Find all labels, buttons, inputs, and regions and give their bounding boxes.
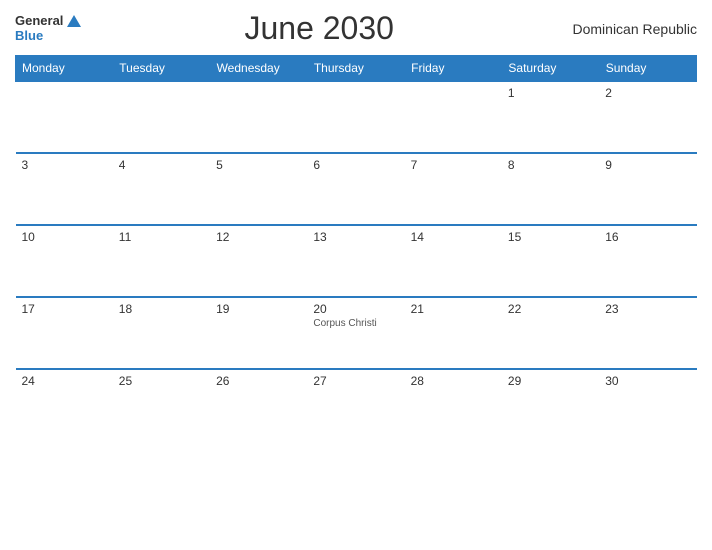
day-number: 11 [119, 230, 131, 244]
header-saturday: Saturday [502, 56, 599, 82]
day-number: 25 [119, 374, 132, 388]
day-number: 7 [411, 158, 418, 172]
logo-blue-text: Blue [15, 29, 43, 43]
day-number: 9 [605, 158, 612, 172]
table-row [210, 81, 307, 153]
table-row: 27 [307, 369, 404, 441]
calendar-title: June 2030 [81, 10, 557, 47]
calendar-table: Monday Tuesday Wednesday Thursday Friday… [15, 55, 697, 441]
calendar-week-row: 24 25 26 27 28 29 30 [16, 369, 697, 441]
header-friday: Friday [405, 56, 502, 82]
calendar-week-row: 12 [16, 81, 697, 153]
day-number: 23 [605, 302, 618, 316]
day-number: 18 [119, 302, 132, 316]
table-row: 30 [599, 369, 696, 441]
table-row: 2 [599, 81, 696, 153]
day-number: 5 [216, 158, 223, 172]
table-row: 8 [502, 153, 599, 225]
day-number: 17 [22, 302, 35, 316]
logo-general-text: General [15, 14, 63, 28]
table-row: 4 [113, 153, 210, 225]
day-number: 16 [605, 230, 618, 244]
table-row: 19 [210, 297, 307, 369]
table-row [16, 81, 113, 153]
table-row: 10 [16, 225, 113, 297]
table-row: 18 [113, 297, 210, 369]
table-row: 3 [16, 153, 113, 225]
table-row [113, 81, 210, 153]
header-tuesday: Tuesday [113, 56, 210, 82]
country-label: Dominican Republic [557, 21, 697, 37]
table-row: 28 [405, 369, 502, 441]
header-wednesday: Wednesday [210, 56, 307, 82]
weekday-header-row: Monday Tuesday Wednesday Thursday Friday… [16, 56, 697, 82]
day-event: Corpus Christi [313, 318, 398, 329]
day-number: 21 [411, 302, 424, 316]
day-number: 10 [22, 230, 35, 244]
table-row: 12 [210, 225, 307, 297]
table-row: 25 [113, 369, 210, 441]
logo-triangle-icon [67, 15, 81, 27]
day-number: 15 [508, 230, 521, 244]
table-row: 22 [502, 297, 599, 369]
day-number: 20 [313, 302, 326, 316]
table-row: 1 [502, 81, 599, 153]
day-number: 6 [313, 158, 320, 172]
day-number: 27 [313, 374, 326, 388]
header: General Blue June 2030 Dominican Republi… [15, 10, 697, 47]
table-row: 14 [405, 225, 502, 297]
logo: General Blue [15, 14, 81, 43]
day-number: 30 [605, 374, 618, 388]
calendar-week-row: 3 4 5 6 7 8 9 [16, 153, 697, 225]
table-row: 26 [210, 369, 307, 441]
table-row: 11 [113, 225, 210, 297]
day-number: 24 [22, 374, 35, 388]
day-number: 8 [508, 158, 515, 172]
table-row: 23 [599, 297, 696, 369]
table-row [405, 81, 502, 153]
table-row: 9 [599, 153, 696, 225]
day-number: 14 [411, 230, 424, 244]
calendar-week-row: 17 18 19 20 Corpus Christi 21 22 23 [16, 297, 697, 369]
day-number: 3 [22, 158, 29, 172]
day-number: 26 [216, 374, 229, 388]
header-monday: Monday [16, 56, 113, 82]
day-number: 2 [605, 86, 612, 100]
day-number: 13 [313, 230, 326, 244]
table-row: 21 [405, 297, 502, 369]
header-sunday: Sunday [599, 56, 696, 82]
table-row: 16 [599, 225, 696, 297]
day-number: 1 [508, 86, 515, 100]
header-thursday: Thursday [307, 56, 404, 82]
day-number: 12 [216, 230, 229, 244]
table-row: 29 [502, 369, 599, 441]
table-row [307, 81, 404, 153]
table-row: 17 [16, 297, 113, 369]
day-number: 19 [216, 302, 229, 316]
table-row: 20 Corpus Christi [307, 297, 404, 369]
table-row: 5 [210, 153, 307, 225]
table-row: 13 [307, 225, 404, 297]
table-row: 7 [405, 153, 502, 225]
calendar-week-row: 10 11 12 13 14 15 16 [16, 225, 697, 297]
page: General Blue June 2030 Dominican Republi… [0, 0, 712, 550]
table-row: 24 [16, 369, 113, 441]
table-row: 15 [502, 225, 599, 297]
day-number: 22 [508, 302, 521, 316]
table-row: 6 [307, 153, 404, 225]
day-number: 29 [508, 374, 521, 388]
day-number: 4 [119, 158, 126, 172]
day-number: 28 [411, 374, 424, 388]
